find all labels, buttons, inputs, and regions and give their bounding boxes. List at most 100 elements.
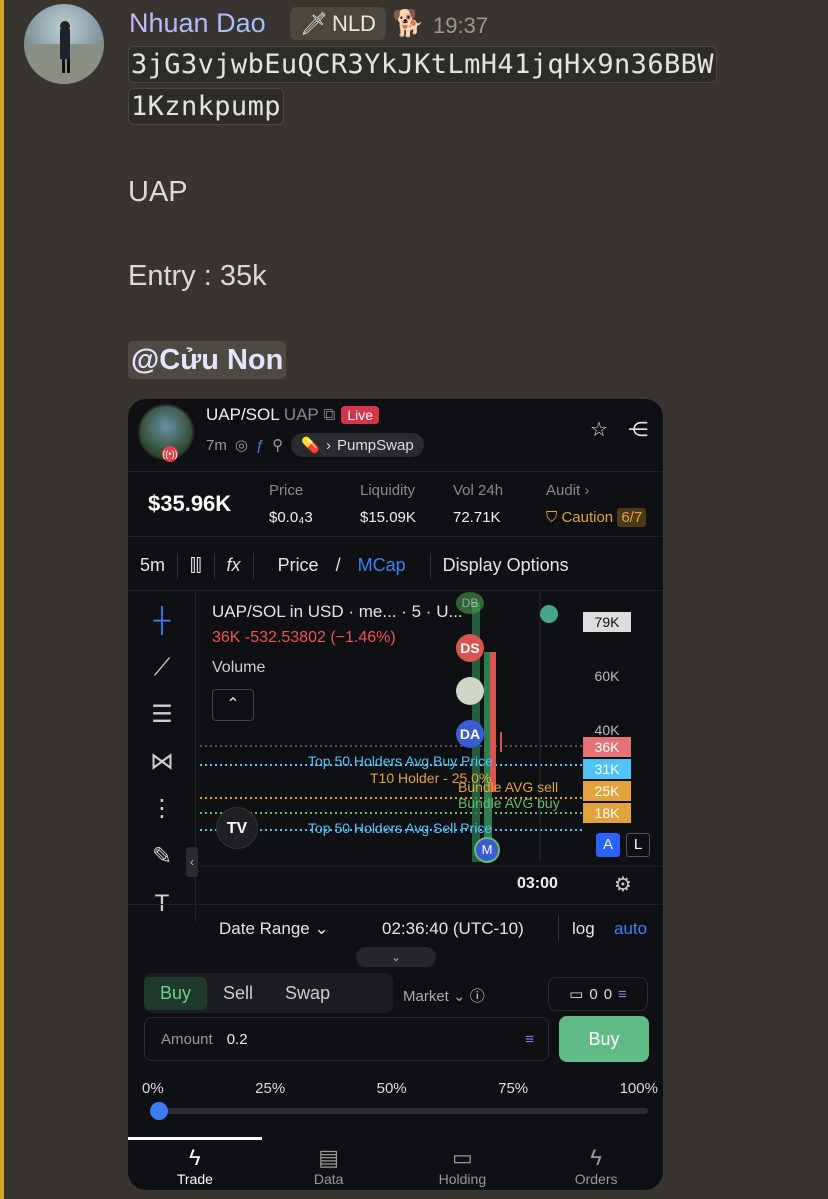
pct-25[interactable]: 25% [255,1080,285,1097]
pct-0[interactable]: 0% [142,1080,164,1097]
log-toggle[interactable]: log [572,919,595,939]
marker-m[interactable]: M [474,837,500,863]
pair-name: UAP/SOL [206,405,280,424]
nav-data[interactable]: ▤ Data [279,1137,379,1190]
solana-icon: ≡ [525,1030,534,1048]
avatar[interactable] [24,4,104,84]
tab-sell[interactable]: Sell [207,977,269,1010]
doge-icon: 🐕 [392,8,425,38]
message-time: 19:37 [433,13,489,38]
pair-subinfo: 7m ◎ ƒ ⚲ 💊 › PumpSwap [206,433,424,457]
order-type-label: Market [403,988,449,1005]
solana-icon: ≡ [618,985,627,1003]
auto-toggle[interactable]: auto [614,919,647,939]
price-value: $0.0₄3 [269,509,313,526]
audit-label: Audit [546,482,581,499]
indicators-icon[interactable]: fx [215,555,253,576]
interval-selector[interactable]: 5m [128,555,177,576]
market-cap: $35.96K [148,491,232,516]
pct-75[interactable]: 75% [498,1080,528,1097]
wallet-count: 0 [589,985,598,1003]
sword-icon: 🗡 [300,10,328,36]
audit-block[interactable]: Audit › ⛉ Caution 6/7 [546,482,647,527]
ticker-text: UAP [128,176,188,208]
order-type-dropdown[interactable]: Market ⌄ ⓘ [403,985,485,1006]
mention-highlight-bar [0,0,4,1199]
buy-button[interactable]: Buy [559,1016,649,1062]
bottom-nav: ϟ Trade ▤ Data ▭ Holding ϟ Orders [128,1137,663,1190]
entry-text: Entry : 35k [128,260,267,292]
share-icon[interactable]: ⋲ [628,417,648,442]
slider-knob[interactable] [150,1102,168,1120]
liquidity-value: $15.09K [360,509,416,526]
marker-avatar[interactable] [456,677,484,705]
globe-icon[interactable]: ◎ [235,436,248,454]
collapse-chevron-icon[interactable]: ⌃ [212,689,254,721]
nav-orders-label: Orders [574,1171,618,1187]
price-mcap-toggle[interactable]: Price / MCap [254,555,430,576]
nav-orders[interactable]: ϟ Orders [546,1137,646,1190]
marker-da[interactable]: DA [456,720,484,748]
copy-icon[interactable]: ⧉ [323,405,335,424]
nav-data-label: Data [313,1171,344,1187]
price-label: Price [269,482,304,499]
divider [558,915,559,941]
orders-icon: ϟ [590,1145,602,1170]
wallet-icon: ▭ [569,986,584,1003]
candles-icon[interactable]: ⫿⫿ [178,555,214,576]
tab-swap[interactable]: Swap [269,977,346,1010]
trading-app-screenshot[interactable]: ((•)) UAP/SOL UAP ⧉ Live 7m ◎ ƒ ⚲ 💊 › PumpS… [128,399,663,1190]
marker-ds[interactable]: DS [456,634,484,662]
amount-label: Amount [161,1030,213,1048]
date-range-button[interactable]: Date Range ⌄ [219,919,329,939]
dex-pill[interactable]: 💊 › PumpSwap [291,433,424,457]
chart-price-change: 36K -532.53802 (−1.46%) [212,629,396,646]
liquidity-label: Liquidity [360,482,416,499]
level-36k: 36K [583,737,631,757]
pair-symbol: UAP [283,405,319,424]
wallet-icon: ▭ [451,1145,473,1170]
chart-footer: Date Range ⌄ 02:36:40 (UTC-10) log auto … [128,904,663,967]
author-name[interactable]: Nhuan Dao [129,8,266,39]
favorite-star-icon[interactable]: ☆ [590,417,608,442]
nav-trade-label: Trade [176,1171,213,1187]
dex-name: PumpSwap [336,436,414,454]
search-icon[interactable]: ⚲ [272,436,283,454]
pct-100[interactable]: 100% [620,1080,658,1097]
role-tag-label: NLD [331,10,376,36]
nav-trade[interactable]: ϟ Trade [145,1137,245,1190]
nav-holding[interactable]: ▭ Holding [412,1137,512,1190]
level-18k: 18K [583,803,631,823]
audit-score: 6/7 [617,508,647,527]
user-mention[interactable]: @Cửu Non [128,341,287,379]
level-60k: 60K [594,668,620,684]
amount-slider[interactable] [150,1102,648,1120]
live-badge: Live [341,406,380,424]
caution-label: Caution [561,509,614,526]
tradingview-logo[interactable]: TV [216,807,258,849]
sol-balance: 0 [603,985,613,1003]
pill-icon: 💊 [301,437,320,454]
expand-chevron-icon[interactable]: ⌄ [356,947,436,967]
chart-title: UAP/SOL in USD · me... · 5 · U... [212,602,463,621]
contract-address-line2: 1Kznkpump [128,88,284,125]
chart-toolbar: 5m ⫿⫿ fx Price / MCap Display Options [128,541,663,591]
auto-scale-button[interactable]: A [596,833,620,857]
amount-field[interactable]: Amount 0.2 ≡ [144,1017,549,1061]
tab-buy[interactable]: Buy [144,976,208,1010]
pct-50[interactable]: 50% [377,1080,407,1097]
role-tag[interactable]: 🗡 NLD [290,7,386,40]
wallet-balance[interactable]: ▭ 0 0 ≡ [548,977,648,1011]
marker-db[interactable]: DB [456,592,484,614]
settings-icon[interactable]: ⚙ [614,872,632,897]
price-toggle-label: Price [277,555,319,575]
feather-icon[interactable]: ƒ [256,437,264,454]
help-icon[interactable]: ⓘ [470,988,485,1005]
mcap-toggle-label: MCap [357,555,406,575]
display-options-button[interactable]: Display Options [431,555,581,576]
level-25k: 25K [583,781,631,801]
document-icon: ▤ [318,1145,340,1170]
log-scale-button[interactable]: L [626,833,650,857]
side-collapse-icon[interactable]: ‹ [186,847,198,877]
price-chart[interactable]: ┼ ⟋ ☰ ⋈ ⋮ ✎ T UAP/SOL in USD · me... · 5… [128,592,663,922]
